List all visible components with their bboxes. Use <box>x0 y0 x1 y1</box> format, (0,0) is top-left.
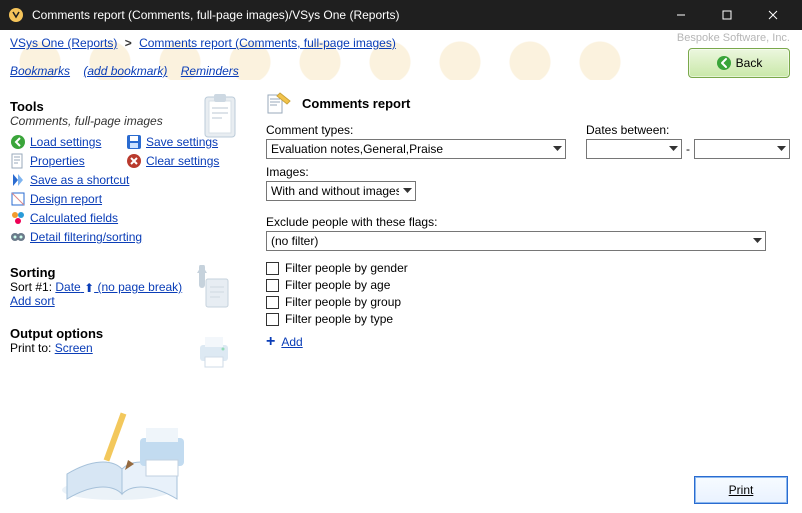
breadcrumb: VSys One (Reports) > Comments report (Co… <box>10 36 792 50</box>
filter-group-row[interactable]: Filter people by group <box>266 295 790 309</box>
add-filter-link[interactable]: Add <box>281 335 302 349</box>
chevron-down-icon <box>399 182 415 200</box>
filter-type-row[interactable]: Filter people by type <box>266 312 790 326</box>
back-arrow-icon <box>716 55 732 71</box>
window-title: Comments report (Comments, full-page ima… <box>32 8 658 22</box>
nav-reminders[interactable]: Reminders <box>181 64 239 78</box>
sort-field-link[interactable]: Date ⬆ (no page break) <box>55 280 182 294</box>
chevron-down-icon <box>549 140 565 158</box>
checkbox-icon <box>266 279 279 292</box>
design-report-icon <box>10 191 26 207</box>
printer-small-icon <box>196 333 230 377</box>
date-to-dropdown[interactable] <box>694 139 790 159</box>
print-button[interactable]: Print <box>694 476 788 504</box>
exclude-label: Exclude people with these flags: <box>266 215 790 229</box>
sort-prefix: Sort #1: <box>10 280 55 294</box>
clear-settings-icon <box>126 153 142 169</box>
dates-sep: - <box>686 142 690 156</box>
chevron-down-icon <box>749 232 765 250</box>
main: Tools Comments, full-page images Load se… <box>0 85 802 512</box>
book-printer-illustration <box>62 404 192 504</box>
back-button[interactable]: Back <box>688 48 790 78</box>
back-label: Back <box>736 56 763 70</box>
filter-group-label: Filter people by group <box>285 295 401 309</box>
print-to-value[interactable]: Screen <box>55 341 93 355</box>
calculated-fields-icon <box>10 210 26 226</box>
checkbox-icon <box>266 296 279 309</box>
footer: Print <box>694 476 788 504</box>
clipboard-icon <box>202 93 238 139</box>
detail-filtering-icon <box>10 229 26 245</box>
maximize-button[interactable] <box>704 0 750 30</box>
images-label: Images: <box>266 165 790 179</box>
plus-icon: + <box>266 334 275 350</box>
chevron-down-icon <box>773 140 789 158</box>
load-settings-link[interactable]: Load settings <box>30 135 101 149</box>
calculated-fields-link[interactable]: Calculated fields <box>30 211 118 225</box>
save-settings-icon <box>126 134 142 150</box>
add-filter-row[interactable]: + Add <box>266 334 790 350</box>
minimize-button[interactable] <box>658 0 704 30</box>
nav-bookmarks[interactable]: Bookmarks <box>10 64 70 78</box>
header: Bespoke Software, Inc. VSys One (Reports… <box>0 30 802 85</box>
properties-link[interactable]: Properties <box>30 154 85 168</box>
clear-settings-link[interactable]: Clear settings <box>146 154 219 168</box>
breadcrumb-root[interactable]: VSys One (Reports) <box>10 36 117 50</box>
comment-types-value: Evaluation notes,General,Praise <box>271 142 549 156</box>
filter-age-label: Filter people by age <box>285 278 390 292</box>
panel-title-row: Comments report <box>266 91 790 115</box>
brand-text: Bespoke Software, Inc. <box>677 32 790 44</box>
notepad-arrow-icon <box>196 265 230 309</box>
comment-types-dropdown[interactable]: Evaluation notes,General,Praise <box>266 139 566 159</box>
filter-type-label: Filter people by type <box>285 312 393 326</box>
panel-title: Comments report <box>302 96 410 111</box>
chevron-down-icon <box>665 140 681 158</box>
checkbox-icon <box>266 262 279 275</box>
breadcrumb-current[interactable]: Comments report (Comments, full-page ima… <box>139 36 396 50</box>
nav-add-bookmark[interactable]: (add bookmark) <box>83 64 167 78</box>
sidebar: Tools Comments, full-page images Load se… <box>0 85 256 512</box>
content-panel: Comments report Comment types: Evaluatio… <box>256 85 802 512</box>
load-settings-icon <box>10 134 26 150</box>
close-button[interactable] <box>750 0 796 30</box>
comment-types-label: Comment types: <box>266 123 566 137</box>
add-sort-link[interactable]: Add sort <box>10 294 55 308</box>
detail-filtering-link[interactable]: Detail filtering/sorting <box>30 230 142 244</box>
sort-asc-icon: ⬆ <box>84 281 94 295</box>
print-label: Print <box>729 483 754 497</box>
shortcut-link[interactable]: Save as a shortcut <box>30 173 129 187</box>
titlebar: Comments report (Comments, full-page ima… <box>0 0 802 30</box>
print-to-label: Print to: <box>10 341 55 355</box>
filter-age-row[interactable]: Filter people by age <box>266 278 790 292</box>
report-icon <box>266 91 294 115</box>
filter-gender-label: Filter people by gender <box>285 261 408 275</box>
window-buttons <box>658 0 796 30</box>
filter-gender-row[interactable]: Filter people by gender <box>266 261 790 275</box>
exclude-value: (no filter) <box>271 234 749 248</box>
design-report-link[interactable]: Design report <box>30 192 102 206</box>
checkbox-icon <box>266 313 279 326</box>
properties-icon <box>10 153 26 169</box>
breadcrumb-sep: > <box>125 36 132 50</box>
app-icon <box>8 7 24 23</box>
secondary-nav: Bookmarks (add bookmark) Reminders <box>10 64 792 78</box>
images-value: With and without images <box>271 184 399 198</box>
exclude-dropdown[interactable]: (no filter) <box>266 231 766 251</box>
shortcut-icon <box>10 172 26 188</box>
date-from-dropdown[interactable] <box>586 139 682 159</box>
images-dropdown[interactable]: With and without images <box>266 181 416 201</box>
dates-between-label: Dates between: <box>586 123 790 137</box>
